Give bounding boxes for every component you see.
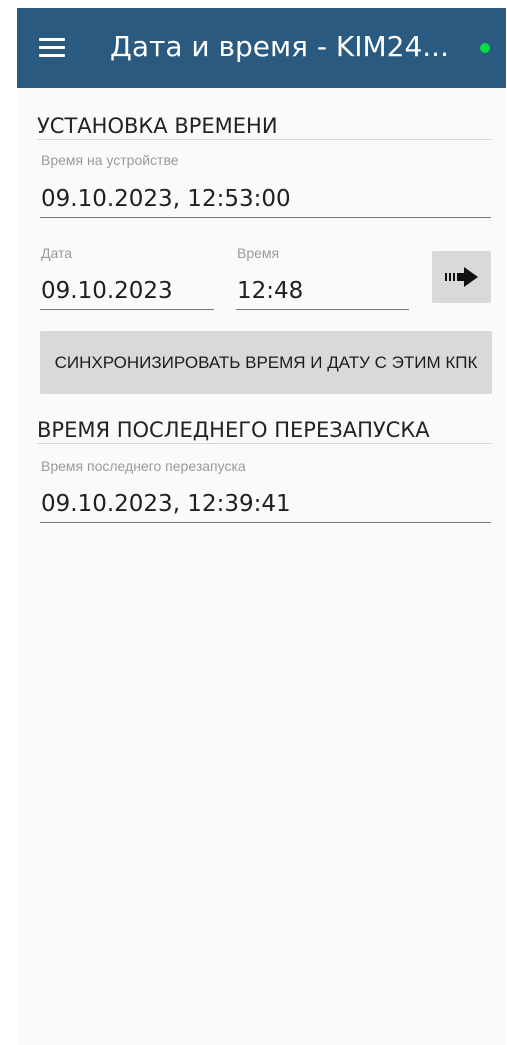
device-time-value: 09.10.2023, 12:53:00: [41, 186, 291, 212]
sync-time-button[interactable]: СИНХРОНИЗИРОВАТЬ ВРЕМЯ И ДАТУ С ЭТИМ КПК: [40, 331, 492, 394]
date-field-underline: [40, 309, 214, 310]
app-bar: Дата и время - KIM24...: [17, 8, 506, 88]
device-time-underline: [40, 217, 491, 218]
time-label: Время: [237, 245, 280, 261]
last-restart-value: 09.10.2023, 12:39:41: [41, 491, 291, 517]
arrow-right-icon: [445, 267, 478, 287]
date-field[interactable]: 09.10.2023: [41, 278, 173, 304]
hamburger-menu-icon[interactable]: [39, 38, 65, 58]
screen: Дата и время - KIM24... УСТАНОВКА ВРЕМЕН…: [17, 8, 506, 1045]
time-field[interactable]: 12:48: [237, 278, 303, 304]
last-restart-underline: [40, 522, 491, 523]
connection-status-indicator: [480, 43, 490, 53]
date-label: Дата: [41, 245, 73, 261]
page-title: Дата и время - KIM24...: [110, 30, 449, 63]
last-restart-label: Время последнего перезапуска: [41, 458, 246, 474]
section-divider: [37, 139, 492, 140]
time-field-underline: [236, 309, 409, 310]
section-title-last-restart: ВРЕМЯ ПОСЛЕДНЕГО ПЕРЕЗАПУСКА: [37, 418, 430, 442]
section-title-set-time: УСТАНОВКА ВРЕМЕНИ: [37, 114, 278, 138]
apply-time-button[interactable]: [432, 251, 491, 303]
section-divider: [37, 443, 492, 444]
device-time-label: Время на устройстве: [41, 152, 179, 168]
sync-time-button-label: СИНХРОНИЗИРОВАТЬ ВРЕМЯ И ДАТУ С ЭТИМ КПК: [54, 353, 478, 372]
